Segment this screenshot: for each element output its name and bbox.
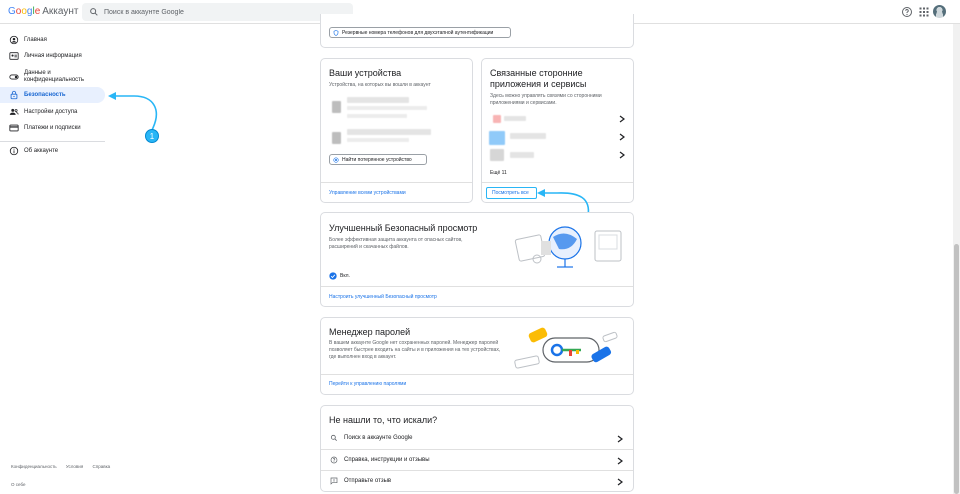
devices-desc: Устройства, на которых вы вошли в аккаун… [329,82,431,88]
devices-title: Ваши устройства [329,68,402,78]
two-step-card: Резервные номера телефонов для двухэтапн… [320,14,634,48]
app-name-blurred [510,152,534,158]
find-lost-device-button[interactable]: Найти потерянное устройство [329,154,427,165]
search-input[interactable] [104,5,344,19]
chevron-right-icon[interactable] [619,133,625,141]
safe-browsing-card: Улучшенный Безопасный просмотр Более эфф… [320,212,634,307]
feedback-icon [330,477,338,485]
chevron-right-icon [617,457,623,465]
help-row-feedback[interactable]: Отправьте отзыв [321,471,633,491]
configure-safe-browsing-link[interactable]: Настроить улучшенный Безопасный просмотр [329,294,437,300]
sidebar-item-label: Настройки доступа [24,108,78,115]
third-party-card: Связанные сторонние приложения и сервисы… [481,58,634,203]
manage-devices-link[interactable]: Управление всеми устройствами [329,190,406,196]
manage-passwords-link[interactable]: Перейти к управлению паролями [329,381,406,387]
people-icon [9,108,19,115]
device-thumb-2 [332,132,341,144]
sidebar-item-payments[interactable]: Платежи и подписки [0,120,105,136]
sidebar-item-label: Платежи и подписки [24,124,81,131]
divider [482,182,633,183]
sidebar-item-sharing[interactable]: Настройки доступа [0,104,105,120]
device-info-blurred [347,114,407,118]
scrollbar[interactable] [953,24,960,494]
search-box[interactable] [82,3,353,21]
id-card-icon [9,52,19,60]
sidebar-item-label: Личная информация [24,52,82,59]
check-circle-icon [329,272,337,280]
shield-icon [333,30,339,36]
chevron-right-icon[interactable] [619,151,625,159]
sidebar-item-label: Главная [24,36,47,43]
app-icon-blurred [489,131,505,145]
google-account-logo[interactable]: Google Аккаунт [8,6,78,17]
password-manager-desc: В вашем аккаунте Google нет сохраненных … [329,340,501,360]
safe-browsing-illustration [514,226,622,268]
sidebar-item-home[interactable]: Главная [0,32,105,48]
chevron-right-icon[interactable] [619,115,625,123]
search-icon [330,434,337,441]
devices-card: Ваши устройства Устройства, на которых в… [320,58,473,203]
chevron-right-icon [617,478,623,486]
footer-help-link[interactable]: Справка [93,464,111,469]
apps-grid-icon[interactable] [918,6,930,18]
home-icon [9,35,19,45]
app-icon-blurred [493,115,501,123]
safe-browsing-status: Вкл. [340,273,350,279]
scrollbar-thumb[interactable] [954,244,959,494]
divider [321,182,472,183]
app-name-blurred [504,116,526,121]
target-icon [333,157,339,163]
device-info-blurred [347,106,427,110]
toggle-icon [9,74,19,80]
more-apps-count: Ещё 11 [490,170,507,176]
sidebar-divider [0,141,105,142]
search-icon [90,8,98,16]
third-party-desc: Здесь можно управлять связями со сторонн… [490,93,602,106]
app-icon-blurred [490,149,504,161]
footer-links: Конфиденциальность Условия Справка [11,464,118,469]
safe-browsing-title: Улучшенный Безопасный просмотр [329,223,478,233]
chevron-right-icon [617,435,623,443]
help-row-help[interactable]: Справка, инструкции и отзывы [321,450,633,470]
password-manager-illustration [514,327,618,369]
help-icon [330,456,338,464]
password-manager-title: Менеджер паролей [329,327,411,337]
card-icon [9,124,19,132]
safe-browsing-desc: Более эффективная защита аккаунта от опа… [329,237,463,250]
avatar[interactable] [933,5,946,18]
info-icon [9,146,19,156]
sidebar-item-data-privacy[interactable]: Данные и конфиденциальность [0,67,105,87]
device-info-blurred [347,138,409,142]
backup-phones-chip[interactable]: Резервные номера телефонов для двухэтапн… [329,27,511,38]
footer-privacy-link[interactable]: Конфиденциальность [11,464,57,469]
lock-icon [10,90,18,100]
device-name-blurred [347,97,409,103]
footer-terms-link[interactable]: Условия [66,464,83,469]
device-thumb-1 [332,101,341,113]
device-name-blurred [347,129,431,135]
help-title: Не нашли то, что искали? [329,415,438,425]
password-manager-card: Менеджер паролей В вашем аккаунте Google… [320,317,634,395]
sidebar-item-personal-info[interactable]: Личная информация [0,48,105,64]
footer-about-link[interactable]: О себе [11,482,25,487]
sidebar-item-label: Об аккаунте [24,147,59,154]
help-icon[interactable] [901,6,913,18]
app-name-blurred [510,133,546,139]
divider [321,286,633,287]
third-party-title: Связанные сторонние приложения и сервисы [490,68,587,89]
sidebar-item-label: Данные и конфиденциальность [24,70,85,83]
product-name: Аккаунт [42,6,79,17]
sidebar-item-security[interactable]: Безопасность [0,87,105,103]
help-row-search[interactable]: Поиск в аккаунте Google [321,428,633,448]
callout-badge-1: 1 [145,129,159,143]
sidebar-item-about[interactable]: Об аккаунте [0,143,105,159]
divider [321,374,633,375]
sidebar-item-label: Безопасность [24,91,66,98]
view-all-highlight [486,187,537,199]
